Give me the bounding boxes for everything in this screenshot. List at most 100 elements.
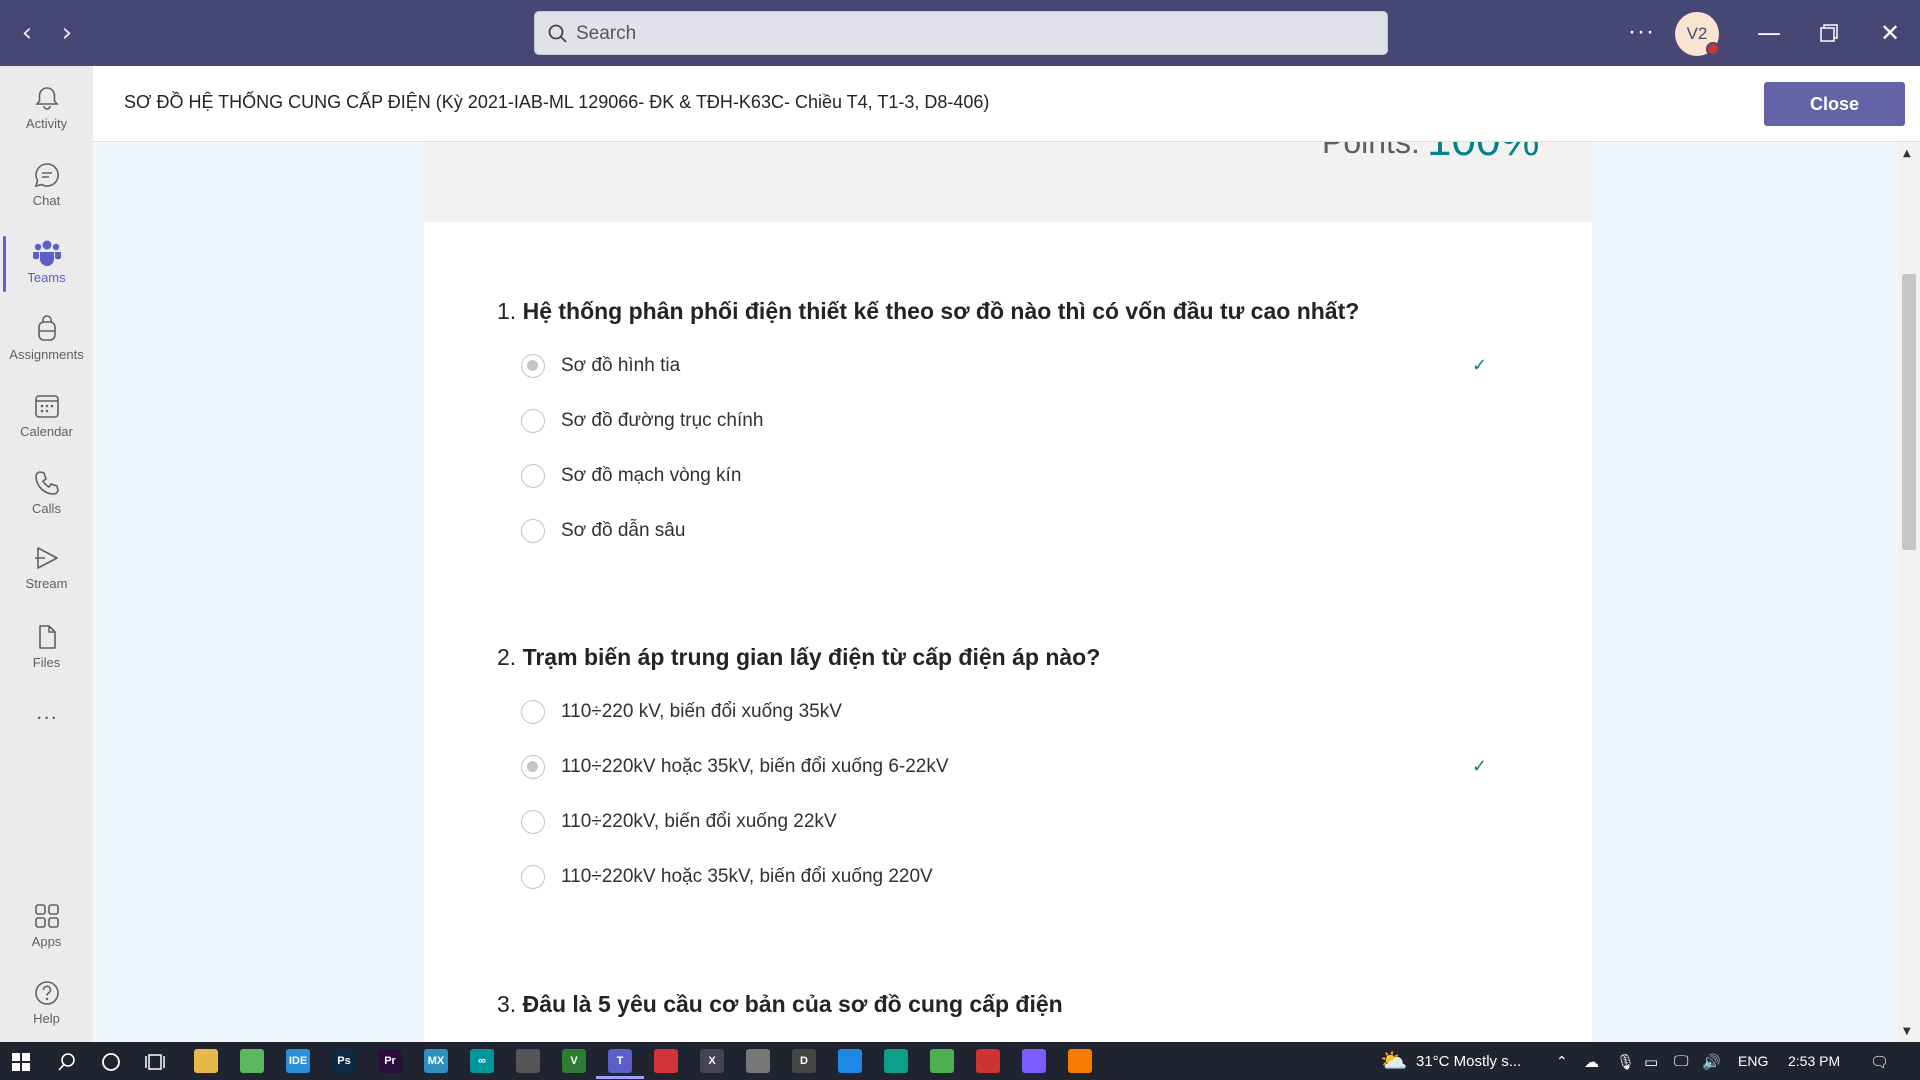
q2-option-2[interactable]: 110÷220kV hoặc 35kV, biến đổi xuống 6-22… <box>521 752 1501 782</box>
apps-icon <box>34 904 59 928</box>
avatar[interactable]: V2 <box>1675 12 1720 56</box>
tray-expand-icon[interactable]: ⌃ <box>1556 1053 1568 1070</box>
search-icon <box>548 24 567 43</box>
radio[interactable] <box>521 810 545 834</box>
windows-start-icon[interactable] <box>12 1053 30 1071</box>
question-text: Trạm biến áp trung gian lấy điện từ cấp … <box>522 644 1101 670</box>
app-d-icon[interactable]: D <box>792 1049 816 1073</box>
battery-icon[interactable]: ▭ <box>1644 1053 1658 1071</box>
rail-item-files[interactable]: Files <box>0 613 93 683</box>
radio[interactable] <box>521 519 545 543</box>
q1-option-3[interactable]: Sơ đồ mạch vòng kín <box>521 461 1501 491</box>
teams-icon[interactable]: T <box>608 1049 632 1073</box>
app-green-icon[interactable] <box>240 1049 264 1073</box>
close-button[interactable]: Close <box>1764 82 1905 126</box>
file-icon <box>38 625 56 649</box>
rail-more-apps[interactable]: ··· <box>0 699 93 739</box>
minimize-icon[interactable]: — <box>1754 18 1784 48</box>
scroll-thumb[interactable] <box>1902 274 1916 550</box>
search-placeholder: Search <box>576 23 637 44</box>
onedrive-icon[interactable]: ☁ <box>1584 1053 1599 1071</box>
forward-arrow-icon[interactable]: › <box>53 19 81 47</box>
correct-check-icon: ✓ <box>1472 355 1488 376</box>
radio[interactable] <box>521 700 545 724</box>
app-sheet-icon[interactable] <box>930 1049 954 1073</box>
messenger-icon[interactable] <box>1022 1049 1046 1073</box>
arduino-icon[interactable]: ∞ <box>470 1049 494 1073</box>
microphone-icon[interactable]: 🎙 <box>1616 1053 1635 1071</box>
q1-option-2[interactable]: Sơ đồ đường trục chính <box>521 406 1501 436</box>
scrollbar[interactable]: ▲ ▼ <box>1898 142 1920 1042</box>
rail-label-teams: Teams <box>27 270 66 285</box>
q2-option-3[interactable]: 110÷220kV, biến đổi xuống 22kV <box>521 807 1501 837</box>
restore-icon[interactable] <box>1814 18 1844 48</box>
premiere-icon[interactable]: Pr <box>378 1049 402 1073</box>
rail-item-teams[interactable]: Teams <box>0 228 93 298</box>
back-arrow-icon[interactable]: ‹ <box>13 19 41 47</box>
rail-item-apps[interactable]: Apps <box>0 892 93 962</box>
scroll-down-icon[interactable]: ▼ <box>1903 1026 1911 1037</box>
more-icon: ··· <box>35 704 58 729</box>
title-bar: ‹ › Search ··· V2 — ✕ <box>0 0 1920 66</box>
radio[interactable] <box>521 409 545 433</box>
rail-item-activity[interactable]: Activity <box>0 74 93 144</box>
rail-item-stream[interactable]: Stream <box>0 534 93 604</box>
weather-icon[interactable]: ⛅ <box>1380 1048 1407 1074</box>
game-icon[interactable] <box>516 1049 540 1073</box>
network-icon[interactable]: 🖵 <box>1674 1053 1688 1070</box>
scroll-up-icon[interactable]: ▲ <box>1903 148 1911 159</box>
question-3: 3. Đâu là 5 yêu cầu cơ bản của sơ đồ cun… <box>497 991 1063 1018</box>
quiz-card: Points: 100% 1. Hệ thống phân phối điện … <box>424 142 1592 1042</box>
option-text: Sơ đồ hình tia <box>561 355 681 376</box>
search-icon[interactable] <box>57 1052 77 1072</box>
rail-label-help: Help <box>33 1011 60 1026</box>
app-gear-icon[interactable] <box>746 1049 770 1073</box>
rail-item-help[interactable]: Help <box>0 969 93 1039</box>
radio-selected[interactable] <box>521 354 545 378</box>
file-explorer-icon[interactable] <box>194 1049 218 1073</box>
more-options-icon[interactable]: ··· <box>1628 18 1655 46</box>
rail-item-chat[interactable]: Chat <box>0 151 93 221</box>
close-window-icon[interactable]: ✕ <box>1875 18 1905 48</box>
presence-busy-icon <box>1706 42 1720 56</box>
notifications-icon[interactable]: 🗨 <box>1870 1053 1889 1071</box>
question-1: 1. Hệ thống phân phối điện thiết kế theo… <box>497 298 1359 325</box>
rail-item-calendar[interactable]: Calendar <box>0 382 93 452</box>
app-orange-icon[interactable] <box>1068 1049 1092 1073</box>
q2-option-4[interactable]: 110÷220kV hoặc 35kV, biến đổi xuống 220V <box>521 862 1501 892</box>
radio-selected[interactable] <box>521 755 545 779</box>
question-number: 3. <box>497 991 517 1017</box>
bell-icon <box>34 87 59 110</box>
weather-text[interactable]: 31°C Mostly s... <box>1416 1053 1521 1070</box>
photoshop-icon[interactable]: Ps <box>332 1049 356 1073</box>
radio[interactable] <box>521 865 545 889</box>
radio[interactable] <box>521 464 545 488</box>
stream-icon <box>34 547 58 569</box>
option-text: 110÷220kV, biến đổi xuống 22kV <box>561 811 837 832</box>
q1-option-4[interactable]: Sơ đồ dẫn sâu <box>521 516 1501 546</box>
q2-option-1[interactable]: 110÷220 kV, biến đổi xuống 35kV <box>521 697 1501 727</box>
question-number: 1. <box>497 298 517 324</box>
q1-option-1[interactable]: Sơ đồ hình tia ✓ <box>521 351 1501 381</box>
vscode-icon[interactable] <box>838 1049 862 1073</box>
edge-icon[interactable] <box>884 1049 908 1073</box>
rail-item-assignments[interactable]: Assignments <box>0 305 93 375</box>
teams-icon <box>32 240 61 266</box>
ide-icon[interactable]: IDE <box>286 1049 310 1073</box>
mx-icon[interactable]: MX <box>424 1049 448 1073</box>
app-v-icon[interactable]: V <box>562 1049 586 1073</box>
clock[interactable]: 2:53 PM <box>1788 1053 1840 1069</box>
language-indicator[interactable]: ENG <box>1738 1053 1768 1069</box>
search-input[interactable]: Search <box>534 11 1388 55</box>
assignment-title: SƠ ĐỒ HỆ THỐNG CUNG CẤP ĐIỆN (Kỳ 2021-IA… <box>124 92 990 112</box>
app-x-icon[interactable]: X <box>700 1049 724 1073</box>
task-view-icon[interactable] <box>145 1052 167 1072</box>
app-red-icon[interactable] <box>654 1049 678 1073</box>
cortana-icon[interactable] <box>101 1052 121 1072</box>
volume-icon[interactable]: 🔊 <box>1702 1053 1721 1071</box>
rail-label-chat: Chat <box>32 193 61 208</box>
rail-item-calls[interactable]: Calls <box>0 459 93 529</box>
option-text: 110÷220kV hoặc 35kV, biến đổi xuống 6-22… <box>561 756 949 777</box>
app-grid-icon[interactable] <box>976 1049 1000 1073</box>
question-text: Hệ thống phân phối điện thiết kế theo sơ… <box>522 298 1360 324</box>
